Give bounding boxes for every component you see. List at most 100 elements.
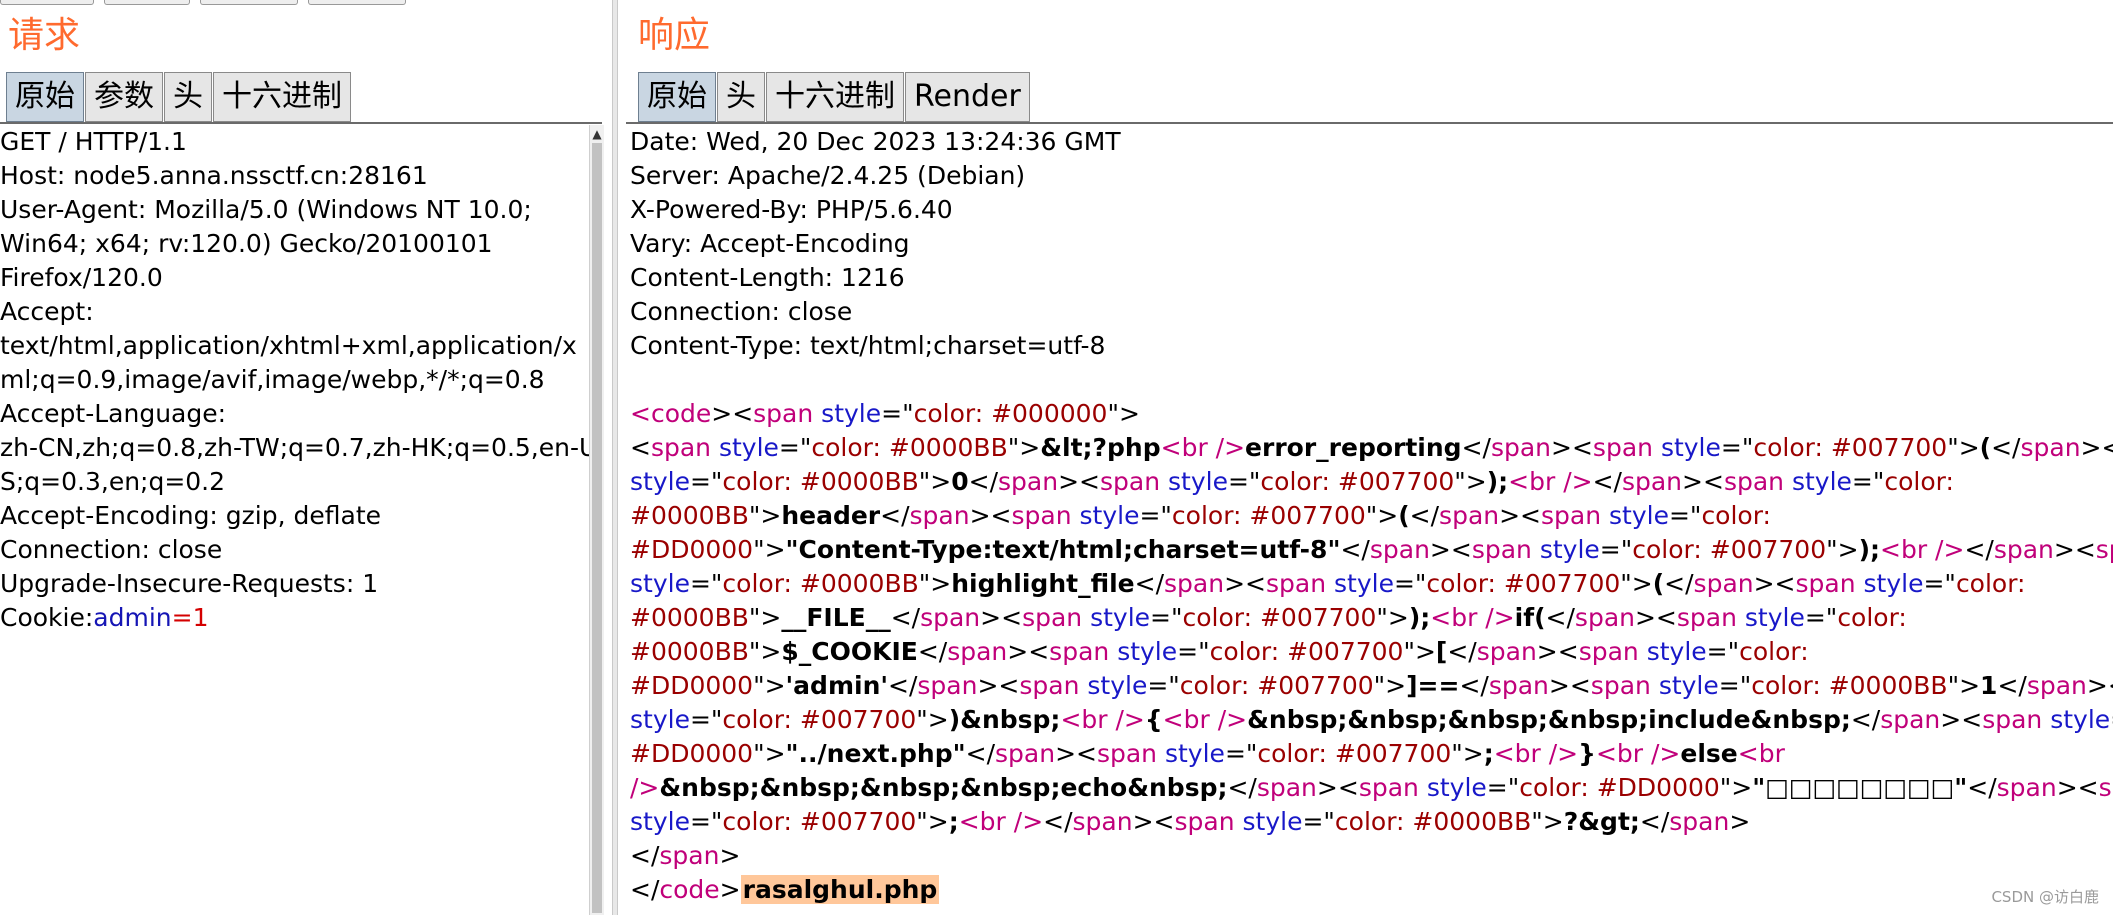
top-tab-stub xyxy=(200,0,298,5)
code-token: span xyxy=(1256,773,1317,802)
code-token: #DD0000 xyxy=(630,535,754,564)
code-token: style xyxy=(1087,671,1148,700)
code-token: =" xyxy=(1851,467,1885,496)
code-token: <br /> xyxy=(1880,535,1965,564)
request-line: Connection: close xyxy=(0,535,223,564)
code-token: ); xyxy=(1486,467,1509,496)
code-token: span xyxy=(1795,569,1864,598)
code-token: > xyxy=(1729,807,1751,836)
code-token: </ xyxy=(890,603,921,632)
request-line: ml;q=0.9,image/avif,image/webp,*/*;q=0.8 xyxy=(0,365,545,394)
code-token: >< xyxy=(711,399,754,428)
request-line: GET / HTTP/1.1 xyxy=(0,127,187,156)
tab-headers[interactable]: 头 xyxy=(164,72,212,122)
code-token: </ xyxy=(1991,433,2021,462)
response-header-line: Date: Wed, 20 Dec 2023 13:24:36 GMT xyxy=(630,127,1121,156)
code-token: ]== xyxy=(1406,671,1460,700)
tab-params[interactable]: 参数 xyxy=(85,72,163,122)
code-token: =" xyxy=(1227,467,1261,496)
response-header-line: Connection: close xyxy=(630,297,853,326)
code-token: style xyxy=(1744,603,1805,632)
code-token: color: xyxy=(1701,501,1771,530)
cookie-key: admin xyxy=(93,603,172,632)
code-token: color: xyxy=(1884,467,1954,496)
code-token: "> xyxy=(1947,433,1980,462)
watermark: CSDN @访白鹿 xyxy=(1991,888,2099,906)
request-line: Accept-Encoding: gzip, deflate xyxy=(0,501,382,530)
code-token: =" xyxy=(1150,603,1183,632)
code-token: "> xyxy=(1451,739,1484,768)
code-token: span xyxy=(1621,467,1683,496)
code-token: =" xyxy=(1393,569,1427,598)
code-token: style xyxy=(1660,433,1721,462)
code-token: code xyxy=(659,875,720,904)
code-token: "> xyxy=(916,807,949,836)
code-token: "> xyxy=(1947,671,1981,700)
tab-raw[interactable]: 原始 xyxy=(6,72,84,122)
scroll-thumb[interactable] xyxy=(592,143,602,913)
code-token: > xyxy=(719,875,741,904)
code-token: style xyxy=(630,569,690,598)
code-token: highlight_file xyxy=(951,569,1135,598)
code-token: style xyxy=(1863,569,1924,598)
code-token: =" xyxy=(1224,739,1258,768)
code-token: "> xyxy=(1454,467,1487,496)
code-token: =" xyxy=(689,705,723,734)
code-token: <br /> xyxy=(958,807,1044,836)
code-token: color: #007700 xyxy=(1632,535,1827,564)
code-token: ); xyxy=(1408,603,1431,632)
code-token: >< xyxy=(1058,467,1100,496)
code-token: </ xyxy=(1043,807,1073,836)
code-token: "> xyxy=(748,501,782,530)
code-token: >< xyxy=(1682,467,1724,496)
tab-raw[interactable]: 原始 xyxy=(638,72,716,122)
code-token: =" xyxy=(881,399,914,428)
code-token: span xyxy=(1592,433,1661,462)
code-token: style xyxy=(718,433,779,462)
code-token: >< xyxy=(1940,705,1983,734)
code-token: 1 xyxy=(1980,671,1998,700)
code-token: style xyxy=(1334,569,1394,598)
code-token: =" xyxy=(1668,501,1702,530)
code-token: color: #0000BB xyxy=(722,467,919,496)
code-token: "> xyxy=(1531,807,1564,836)
code-token: =" xyxy=(1720,433,1754,462)
code-token: color: #007700 xyxy=(1257,739,1452,768)
code-token: __FILE__ xyxy=(781,603,891,632)
panel-divider[interactable] xyxy=(612,0,618,915)
code-token: >< xyxy=(1551,433,1593,462)
code-token: </ xyxy=(968,467,999,496)
code-token: style xyxy=(821,399,882,428)
code-token: span xyxy=(1541,501,1610,530)
scroll-up-arrow-icon[interactable]: ▲ xyxy=(590,127,604,141)
code-token: >< xyxy=(977,671,1020,700)
code-token: span xyxy=(1358,773,1427,802)
request-scrollbar[interactable]: ▲ xyxy=(589,125,604,915)
request-raw-editor[interactable]: GET / HTTP/1.1 Host: node5.anna.nssctf.cn… xyxy=(0,125,597,635)
code-token: span xyxy=(1096,739,1165,768)
response-header-line: Content-Type: text/html;charset=utf-8 xyxy=(630,331,1106,360)
response-headers: Date: Wed, 20 Dec 2023 13:24:36 GMT Serve… xyxy=(630,125,1121,363)
code-token: <br /> xyxy=(1493,739,1579,768)
code-token: span xyxy=(1164,569,1225,598)
request-line: text/html,application/xhtml+xml,applicat… xyxy=(0,331,577,360)
code-token: color: #0000BB xyxy=(1751,671,1948,700)
tab-render[interactable]: Render xyxy=(905,72,1030,122)
code-token: span xyxy=(1022,603,1091,632)
code-token: color: #007700 xyxy=(1182,603,1377,632)
code-token: span xyxy=(1993,535,2054,564)
code-token: "> xyxy=(753,535,786,564)
code-token: style xyxy=(630,467,690,496)
code-token: >< xyxy=(1055,739,1097,768)
code-token: span xyxy=(1439,501,1500,530)
request-tabs: 原始 参数 头 十六进制 xyxy=(6,72,352,122)
tab-headers[interactable]: 头 xyxy=(717,72,765,122)
tab-hex[interactable]: 十六进制 xyxy=(213,72,351,122)
code-token: "> xyxy=(753,739,786,768)
code-token: </ xyxy=(1459,671,1489,700)
tab-hex[interactable]: 十六进制 xyxy=(766,72,904,122)
code-token: span xyxy=(998,467,1059,496)
code-token: color: #000000 xyxy=(913,399,1108,428)
code-token: span xyxy=(1590,671,1659,700)
code-token: <br /> xyxy=(1595,739,1681,768)
